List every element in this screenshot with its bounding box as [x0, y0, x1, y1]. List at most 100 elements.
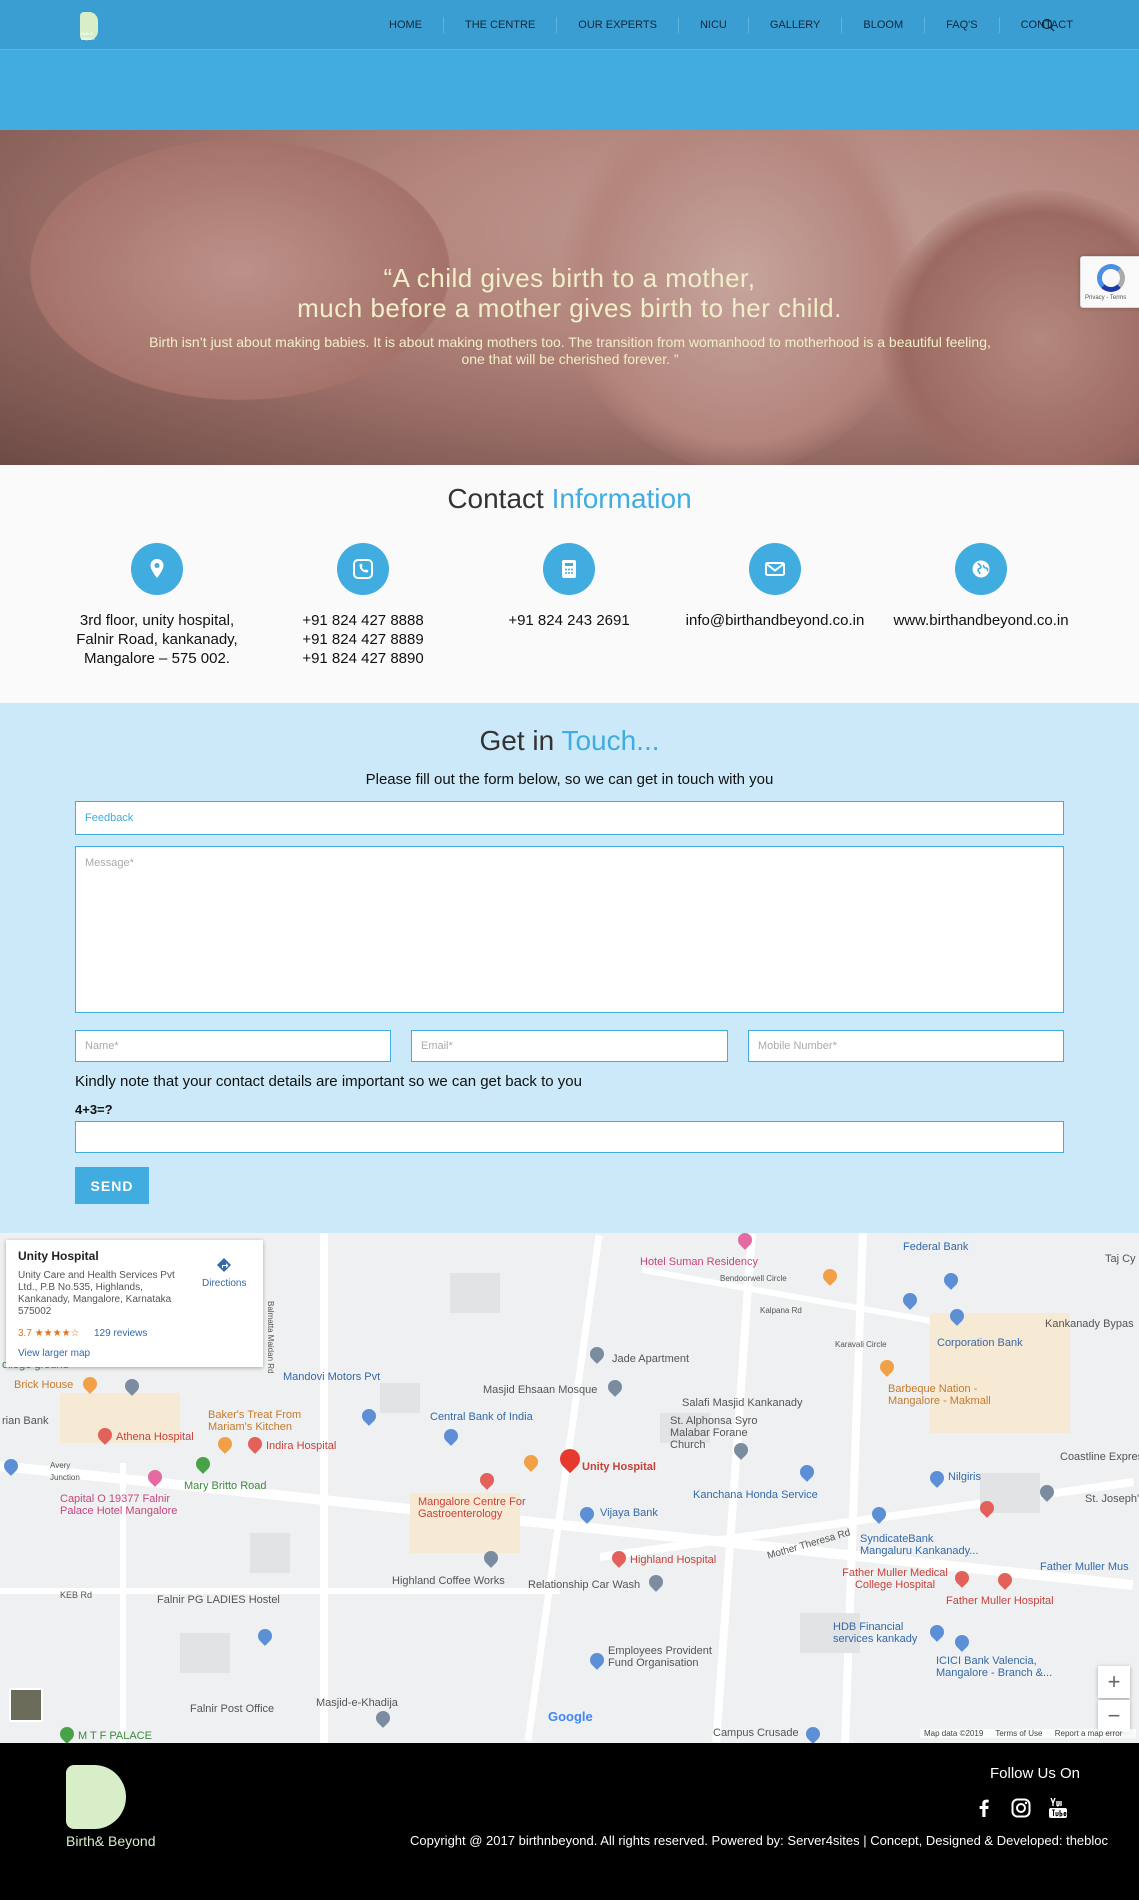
unity-hospital-pin[interactable] [555, 1444, 585, 1474]
nav-faqs[interactable]: FAQ'S [924, 17, 998, 33]
directions-link[interactable]: Directions [202, 1278, 246, 1289]
map-label-relationship-car-wash[interactable]: Relationship Car Wash [528, 1579, 640, 1591]
map-label-bakers-treat[interactable]: Baker's Treat From Mariam's Kitchen [208, 1409, 328, 1433]
map-label-hotel-suman[interactable]: Hotel Suman Residency [640, 1256, 758, 1268]
email-input[interactable]: Email* [411, 1030, 728, 1062]
map-label-syndicate-bank[interactable]: SyndicateBank Mangaluru Kankanady... [860, 1533, 980, 1557]
bank-pin[interactable] [797, 1462, 817, 1482]
place-name: Unity Hospital [18, 1249, 99, 1263]
map-label-mtf-palace[interactable]: M T F PALACE [78, 1730, 152, 1742]
map-label-campus-crusade[interactable]: Campus Crusade [713, 1727, 799, 1739]
map-label-capital-o[interactable]: Capital O 19377 Falnir Palace Hotel Mang… [60, 1493, 190, 1517]
map-label-father-muller-right[interactable]: Father Muller Mus [1040, 1561, 1139, 1573]
map-label-bendoorwell: Bendoorwell Circle [720, 1274, 787, 1283]
map-label-highland-coffee[interactable]: Highland Coffee Works [392, 1575, 505, 1587]
map-label-masjid-khadija[interactable]: Masjid-e-Khadija [316, 1697, 398, 1709]
zoom-in-button[interactable]: + [1098, 1666, 1130, 1698]
office-pin[interactable] [587, 1650, 607, 1670]
map-label-unity-hospital[interactable]: Unity Hospital [582, 1461, 656, 1473]
map-label-hdb-financial[interactable]: HDB Financial services kankady [833, 1621, 933, 1645]
restaurant-pin[interactable] [877, 1357, 897, 1377]
map-label-kanchana-honda[interactable]: Kanchana Honda Service [693, 1489, 818, 1501]
recaptcha-links[interactable]: Privacy - Terms [1085, 295, 1126, 301]
map-label-mangalore-gastro[interactable]: Mangalore Centre For Gastroenterology [418, 1496, 528, 1520]
map-label-highland-hospital[interactable]: Highland Hospital [630, 1554, 716, 1566]
map-label-brick-house[interactable]: Brick House [14, 1379, 73, 1391]
map-label-coastline[interactable]: Coastline Express [1060, 1451, 1139, 1463]
nav-gallery[interactable]: GALLERY [747, 17, 842, 33]
map-label-vijaya-bank[interactable]: Vijaya Bank [600, 1507, 658, 1519]
message-textarea[interactable]: Message* [75, 846, 1064, 1013]
church-pin[interactable] [803, 1724, 823, 1743]
restaurant-pin[interactable] [80, 1374, 100, 1394]
youtube-icon[interactable] [1047, 1797, 1069, 1819]
map-label-father-muller-college[interactable]: Father Muller Medical College Hospital [835, 1567, 955, 1591]
nav-nicu[interactable]: NICU [677, 17, 748, 33]
report-error-link[interactable]: Report a map error [1055, 1729, 1123, 1738]
terms-link[interactable]: Terms of Use [995, 1729, 1042, 1738]
map-label-mandovi-motors[interactable]: Mandovi Motors Pvt [283, 1371, 380, 1383]
nav-home[interactable]: HOME [368, 17, 443, 33]
facebook-icon[interactable] [973, 1797, 995, 1819]
map-label-falnir-post[interactable]: Falnir Post Office [190, 1703, 274, 1715]
bank-pin[interactable] [255, 1626, 275, 1646]
zoom-out-button[interactable]: − [1098, 1700, 1130, 1732]
recaptcha-badge[interactable]: Privacy - Terms [1080, 256, 1139, 308]
map-label-icici[interactable]: ICICI Bank Valencia, Mangalore - Branch … [936, 1655, 1056, 1679]
mosque-pin[interactable] [373, 1708, 393, 1728]
name-input[interactable]: Name* [75, 1030, 391, 1062]
map-label-salafi-masjid[interactable]: Salafi Masjid Kankanady [682, 1397, 802, 1409]
bank-pin[interactable] [952, 1632, 972, 1652]
map-label-barbeque-nation[interactable]: Barbeque Nation - Mangalore - Makmall [888, 1383, 1008, 1407]
map-label-corporation-bank[interactable]: Corporation Bank [937, 1337, 1023, 1349]
footer-logo[interactable] [66, 1765, 126, 1829]
nav-bloom[interactable]: BLOOM [841, 17, 924, 33]
restaurant-pin[interactable] [521, 1452, 541, 1472]
map-label-father-muller-hospital[interactable]: Father Muller Hospital [946, 1595, 1054, 1607]
bank-pin[interactable] [359, 1406, 379, 1426]
map-label-mary-britto[interactable]: Mary Britto Road [184, 1480, 267, 1492]
bank-pin[interactable] [941, 1270, 961, 1290]
apartment-pin[interactable] [587, 1344, 607, 1364]
mobile-input[interactable]: Mobile Number* [748, 1030, 1064, 1062]
view-larger-map-link[interactable]: View larger map [18, 1348, 90, 1359]
website-url[interactable]: www.birthandbeyond.co.in [881, 611, 1081, 630]
satellite-toggle[interactable] [9, 1688, 43, 1722]
send-button[interactable]: SEND [75, 1167, 149, 1204]
park-pin[interactable] [193, 1454, 213, 1474]
map-label-federal-bank[interactable]: Federal Bank [903, 1241, 968, 1253]
place-pin[interactable] [646, 1572, 666, 1592]
nav-our-experts[interactable]: OUR EXPERTS [556, 17, 678, 33]
nav-the-centre[interactable]: THE CENTRE [443, 17, 556, 33]
map-label-falnir-pg[interactable]: Falnir PG LADIES Hostel [157, 1594, 280, 1606]
map-label-masjid-ehsaan[interactable]: Masjid Ehsaan Mosque [483, 1384, 597, 1396]
map-label-indira-hospital[interactable]: Indira Hospital [266, 1440, 336, 1452]
map-label-athena-hospital[interactable]: Athena Hospital [116, 1431, 194, 1443]
atm-pin[interactable] [900, 1290, 920, 1310]
phone-numbers[interactable]: +91 824 427 8888 +91 824 427 8889 +91 82… [263, 611, 463, 668]
shop-pin[interactable] [927, 1468, 947, 1488]
map-label-st-alphonsa[interactable]: St. Alphonsa Syro Malabar Forane Church [670, 1415, 780, 1451]
email-address[interactable]: info@birthandbeyond.co.in [675, 611, 875, 630]
subject-select[interactable]: Feedback [75, 801, 1064, 835]
map-label-central-bank[interactable]: Central Bank of India [430, 1411, 533, 1423]
park-pin[interactable] [57, 1724, 77, 1743]
place-reviews-link[interactable]: 129 reviews [94, 1328, 147, 1339]
map-label-nilgiris[interactable]: Nilgiris [948, 1471, 981, 1483]
captcha-input[interactable] [75, 1121, 1064, 1153]
google-map[interactable]: Unity Hospital Hotel Suman Residency Ben… [0, 1233, 1139, 1743]
map-label-jade-apartment[interactable]: Jade Apartment [612, 1353, 689, 1365]
bank-pin[interactable] [441, 1426, 461, 1446]
search-icon[interactable] [1041, 18, 1055, 32]
instagram-icon[interactable] [1010, 1797, 1032, 1819]
bank-pin[interactable] [577, 1504, 597, 1524]
restaurant-pin[interactable] [215, 1434, 235, 1454]
map-label-epfo[interactable]: Employees Provident Fund Organisation [608, 1645, 718, 1669]
hospital-pin[interactable] [477, 1470, 497, 1490]
hospital-pin[interactable] [245, 1434, 265, 1454]
directions-icon[interactable] [216, 1257, 232, 1273]
restaurant-pin[interactable] [820, 1266, 840, 1286]
logo[interactable]: Birth & Beyond [80, 12, 98, 41]
map-label-st-joseph: St. Joseph' [1085, 1493, 1139, 1505]
mosque-pin[interactable] [605, 1377, 625, 1397]
